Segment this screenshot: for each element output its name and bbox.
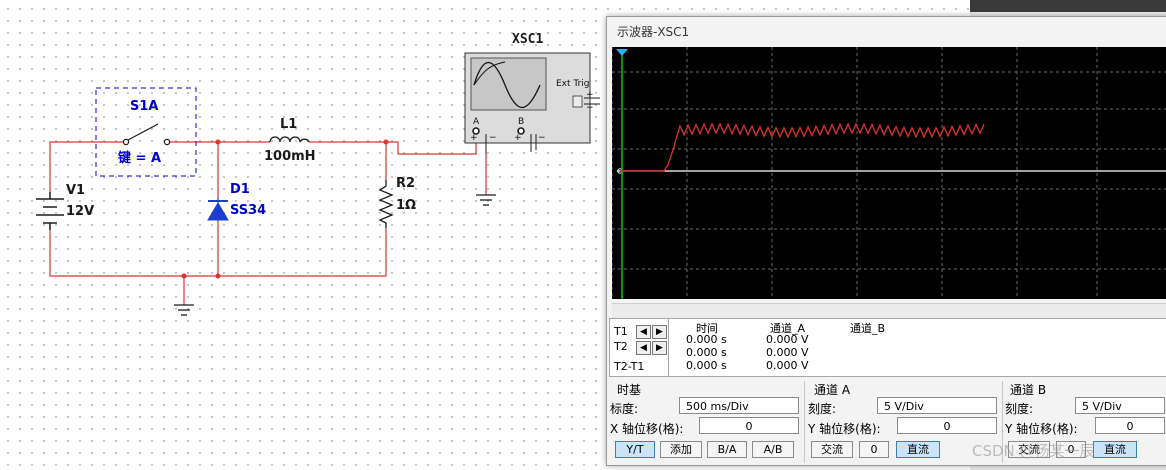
row-label-t2: T2 <box>614 340 628 353</box>
channel-a-offset-label: Y 轴位移(格): <box>808 422 881 436</box>
inductor-value-label: 100mH <box>264 149 316 164</box>
group-divider <box>804 381 805 463</box>
oscilloscope-instrument-icon[interactable] <box>464 52 600 154</box>
header-channel-b: 通道_B <box>850 322 886 335</box>
t2-time-value: 0.000 s <box>686 346 727 359</box>
ab-mode-button[interactable]: A/B <box>752 441 794 458</box>
battery-name-label: V1 <box>66 183 85 198</box>
instrument-name-label: XSC1 <box>512 32 543 47</box>
ext-trig-plus-label: + <box>586 90 594 100</box>
channel-a-scale-label: 刻度: <box>808 402 837 416</box>
t2-left-arrow-icon[interactable]: ◀ <box>636 341 651 355</box>
scope-screen[interactable] <box>611 47 1166 299</box>
channel-b-offset-label: Y 轴位移(格): <box>1005 422 1078 436</box>
resistor-r2-symbol[interactable] <box>378 180 394 228</box>
horizontal-scrollbar[interactable] <box>612 303 1166 318</box>
background-titlebar <box>970 0 1166 12</box>
cursor-readout-panel: T1 T2 T2-T1 ◀ ▶ ◀ ▶ 时间 通道_A 通道_B 0.000 s… <box>609 318 1166 377</box>
channel-a-scale-field[interactable]: 5 V/Div <box>877 397 997 414</box>
readout-divider <box>668 319 669 376</box>
t2-right-arrow-icon[interactable]: ▶ <box>652 341 667 355</box>
t1-channel-a-value: 0.000 V <box>766 333 809 346</box>
scope-ground-icon <box>476 194 496 206</box>
channel-a-trace <box>620 122 985 172</box>
t1-left-arrow-icon[interactable]: ◀ <box>636 325 651 339</box>
channel-a-title: 通道 A <box>814 383 851 397</box>
channel-a-minus-label: − <box>489 133 497 143</box>
switch-key-label: 键 = A <box>117 150 161 166</box>
resistor-name-label: R2 <box>396 176 415 191</box>
channel-b-title: 通道 B <box>1010 383 1047 397</box>
channel-a-dc-button[interactable]: 直流 <box>896 441 940 458</box>
channel-a-offset-field[interactable]: 0 <box>897 417 997 434</box>
x-offset-field[interactable]: 0 <box>699 417 799 434</box>
ext-trig-label: Ext Trig <box>556 79 590 89</box>
scope-display <box>611 47 1166 299</box>
inductor-l1-symbol[interactable] <box>269 136 310 143</box>
resistor-value-label: 1Ω <box>396 198 416 213</box>
row-label-t1: T1 <box>614 325 628 338</box>
scope-grid <box>611 47 1166 299</box>
ext-trig-minus-label: − <box>586 103 594 113</box>
diode-value-label: SS34 <box>230 203 266 218</box>
battery-value-label: 12V <box>66 204 94 219</box>
inductor-name-label: L1 <box>280 117 297 132</box>
add-mode-button[interactable]: 添加 <box>660 441 702 458</box>
channel-b-plus-label: + <box>514 133 522 143</box>
row-label-t2-t1: T2-T1 <box>614 360 645 373</box>
yt-mode-button[interactable]: Y/T <box>615 441 655 458</box>
t2-t1-time-value: 0.000 s <box>686 359 727 372</box>
channel-b-minus-label: − <box>538 133 546 143</box>
window-title: 示波器-XSC1 <box>617 25 690 39</box>
channel-b-terminal-label: B <box>518 117 524 127</box>
ba-mode-button[interactable]: B/A <box>707 441 747 458</box>
x-offset-label: X 轴位移(格): <box>610 422 684 436</box>
timebase-scale-label: 标度: <box>610 402 639 416</box>
diode-name-label: D1 <box>230 182 250 197</box>
timebase-title: 时基 <box>617 383 642 397</box>
timebase-scale-field[interactable]: 500 ms/Div <box>679 397 799 414</box>
channel-a-plus-label: + <box>470 133 478 143</box>
t2-t1-channel-a-value: 0.000 V <box>766 359 809 372</box>
switch-s1a-symbol[interactable] <box>122 123 171 146</box>
channel-b-dc-button[interactable]: 直流 <box>1093 441 1137 458</box>
channel-b-scale-field[interactable]: 5 V/Div <box>1075 397 1165 414</box>
channel-b-offset-field[interactable]: 0 <box>1095 417 1165 434</box>
cursor-t1-handle[interactable] <box>616 49 628 56</box>
channel-a-zero-button[interactable]: 0 <box>859 441 889 458</box>
watermark: CSDN @杨某一辰 <box>972 442 1095 460</box>
oscilloscope-window[interactable]: 示波器-XSC1 T1 T2 T2-T1 ◀ ▶ ◀ ▶ 时间 通道_A 通道_… <box>606 16 1166 466</box>
diode-d1-symbol[interactable] <box>207 198 229 221</box>
channel-a-terminal-label: A <box>473 117 480 127</box>
t1-right-arrow-icon[interactable]: ▶ <box>652 325 667 339</box>
ground-icon <box>174 304 194 316</box>
channel-b-scale-label: 刻度: <box>1005 402 1034 416</box>
switch-name-label: S1A <box>130 99 158 114</box>
t1-time-value: 0.000 s <box>686 333 727 346</box>
channel-a-ac-button[interactable]: 交流 <box>811 441 853 458</box>
t2-channel-a-value: 0.000 V <box>766 346 809 359</box>
battery-v1-symbol[interactable] <box>36 192 64 230</box>
